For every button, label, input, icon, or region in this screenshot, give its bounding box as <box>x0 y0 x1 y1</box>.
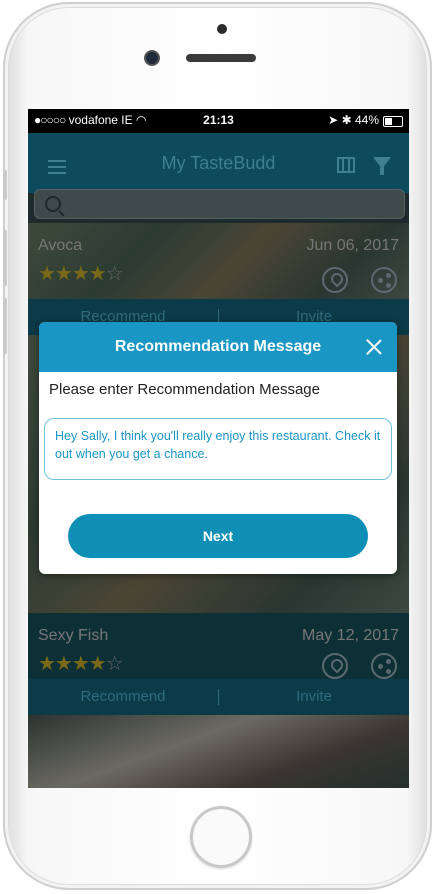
search-icon <box>45 196 61 212</box>
map-icon[interactable] <box>337 157 355 173</box>
sensor-dot <box>217 24 227 34</box>
app-header: My TasteBudd <box>28 133 409 193</box>
visit-date: Jun 06, 2017 <box>306 237 399 254</box>
restaurant-name: Avoca <box>38 237 83 254</box>
share-icon[interactable] <box>371 653 397 679</box>
close-icon[interactable] <box>365 338 383 356</box>
front-camera <box>146 52 158 64</box>
battery-percent: 44% <box>354 113 379 127</box>
filter-icon[interactable] <box>373 157 391 175</box>
volume-up-button <box>3 230 7 286</box>
restaurant-name: Sexy Fish <box>38 627 109 644</box>
star-rating: ★★★★☆ <box>38 653 124 675</box>
share-icon[interactable] <box>371 267 397 293</box>
next-button[interactable]: Next <box>68 514 368 558</box>
app-screen: ●○○○○ vodafone IE ◠ 21:13 ➤ ✱ 44% My Tas… <box>28 109 409 788</box>
message-input[interactable]: Hey Sally, I think you'll really enjoy t… <box>44 418 392 480</box>
recommendation-modal: Recommendation Message Please enter Reco… <box>39 322 397 574</box>
card-action-bar: Recommend Invite <box>28 679 409 715</box>
status-bar: ●○○○○ vodafone IE ◠ 21:13 ➤ ✱ 44% <box>28 109 409 133</box>
restaurant-card[interactable]: Sexy Fish May 12, 2017 ★★★★☆ <box>28 613 409 679</box>
modal-prompt: Please enter Recommendation Message <box>49 381 320 398</box>
restaurant-photo-area <box>28 715 409 788</box>
mute-switch <box>3 170 7 200</box>
recommend-button[interactable]: Recommend <box>28 688 218 705</box>
volume-down-button <box>3 298 7 354</box>
home-button[interactable] <box>190 806 252 868</box>
battery-level <box>385 118 393 125</box>
location-arrow-icon: ➤ <box>328 113 339 127</box>
visit-date: May 12, 2017 <box>302 627 399 644</box>
invite-button[interactable]: Invite <box>219 688 409 705</box>
location-pin-icon[interactable] <box>322 653 348 679</box>
status-right: ➤ ✱ 44% <box>328 113 379 127</box>
earpiece-speaker <box>186 54 256 62</box>
search-input[interactable] <box>34 189 405 219</box>
restaurant-photo <box>28 715 409 788</box>
bluetooth-icon: ✱ <box>341 113 352 127</box>
restaurant-card[interactable]: Avoca Jun 06, 2017 ★★★★☆ <box>28 223 409 299</box>
location-pin-icon[interactable] <box>322 267 348 293</box>
modal-title: Recommendation Message <box>114 338 322 355</box>
battery-icon <box>383 116 403 127</box>
modal-header: Recommendation Message <box>39 322 397 372</box>
star-rating: ★★★★☆ <box>38 263 124 285</box>
